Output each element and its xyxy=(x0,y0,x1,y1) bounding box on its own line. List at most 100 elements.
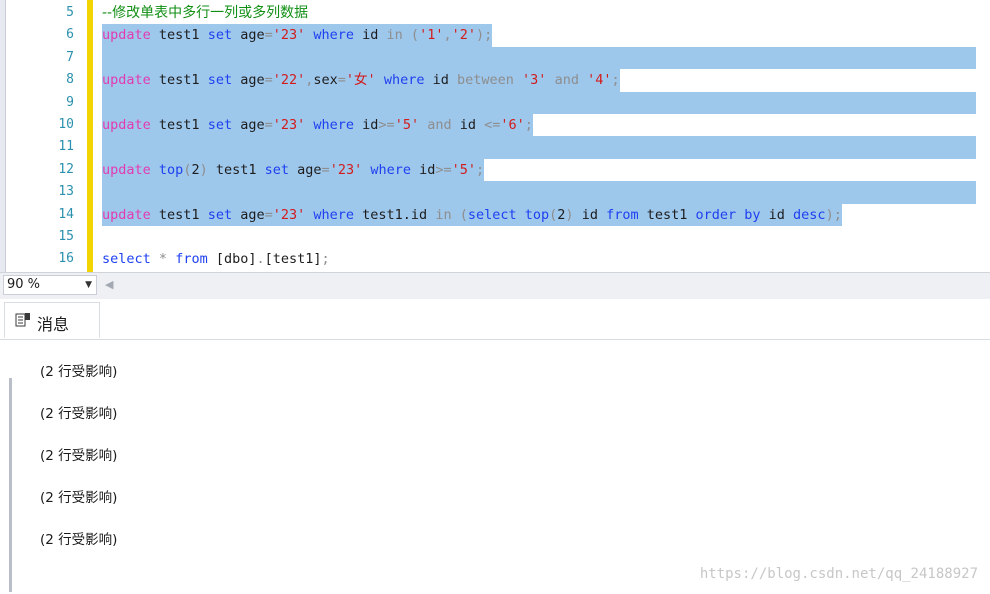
code-token: '3' xyxy=(522,72,547,89)
code-text: select * from [dbo].[test1]; xyxy=(102,248,330,270)
sql-editor[interactable]: 5 --修改单表中多行一列或多列数据 6 update test1 set age='… xyxy=(0,0,990,272)
code-token: ; xyxy=(476,161,485,178)
code-line[interactable]: 13 xyxy=(0,181,990,204)
code-text: update test1 set age='23' where test1.id… xyxy=(102,203,842,226)
code-line[interactable]: 14 update test1 set age='23' where test1.… xyxy=(0,203,990,226)
code-line[interactable]: 5 --修改单表中多行一列或多列数据 xyxy=(0,2,990,24)
messages-left-bar xyxy=(9,378,12,592)
code-token: from xyxy=(175,251,208,268)
code-line[interactable]: 7 xyxy=(0,46,990,70)
code-token: select xyxy=(102,251,151,268)
editor-status-strip: 90 % ▼ ◀ xyxy=(0,272,990,300)
code-token: ; xyxy=(321,251,330,268)
code-token: set xyxy=(264,161,290,178)
code-token: ); xyxy=(475,27,493,44)
code-token: '23' xyxy=(329,161,363,178)
line-number: 13 xyxy=(58,184,74,200)
code-token: id xyxy=(451,116,485,133)
message-line: (2 行受影响) xyxy=(40,490,118,506)
code-token: and xyxy=(554,72,579,89)
code-token: '23' xyxy=(272,27,306,44)
code-token: update xyxy=(102,206,151,223)
code-token: desc xyxy=(793,206,826,223)
line-number: 12 xyxy=(58,161,74,177)
code-text xyxy=(102,46,976,70)
code-token: . xyxy=(256,251,265,268)
code-token: test1 xyxy=(150,116,208,133)
chevron-down-icon[interactable]: ▼ xyxy=(85,276,92,294)
code-line[interactable]: 10 update test1 set age='23' where id>='5… xyxy=(0,113,990,137)
zoom-select[interactable]: 90 % ▼ xyxy=(3,275,97,295)
code-token: id xyxy=(410,161,436,178)
code-token: <= xyxy=(484,116,501,133)
code-token: '2' xyxy=(451,27,476,44)
tab-messages[interactable]: 消息 xyxy=(4,302,100,338)
code-line[interactable]: 9 xyxy=(0,91,990,114)
code-token: top xyxy=(524,206,550,223)
line-number: 11 xyxy=(58,139,74,155)
messages-icon xyxy=(15,313,30,327)
code-line[interactable]: 12 update top(2) test1 set age='23' where… xyxy=(0,158,990,182)
code-token: in ( xyxy=(435,206,468,223)
code-token: '1' xyxy=(419,27,444,44)
message-line: (2 行受影响) xyxy=(40,448,118,464)
scroll-left-arrow-icon[interactable]: ◀ xyxy=(105,278,113,291)
code-token: '5' xyxy=(394,116,420,133)
code-text: update test1 set age='23' where id>='5' … xyxy=(102,113,533,137)
code-token: ); xyxy=(825,206,842,223)
code-token: age xyxy=(232,206,265,223)
code-token: ; xyxy=(611,72,620,89)
code-token: id xyxy=(573,206,607,223)
code-token: '4' xyxy=(587,72,612,89)
code-token: where xyxy=(370,161,411,178)
line-number: 6 xyxy=(66,27,74,43)
code-token: update xyxy=(102,72,151,89)
zoom-value: 90 % xyxy=(7,277,41,292)
code-token: sex xyxy=(313,72,338,89)
line-number: 10 xyxy=(58,116,74,132)
code-token: = xyxy=(264,27,273,44)
code-token: >= xyxy=(435,161,452,178)
code-line[interactable]: 16 select * from [dbo].[test1]; xyxy=(0,248,990,270)
code-lines[interactable]: 5 --修改单表中多行一列或多列数据 6 update test1 set age='… xyxy=(0,2,990,271)
code-token: where xyxy=(313,116,355,133)
code-token: id xyxy=(354,116,379,133)
code-token: set xyxy=(207,72,233,89)
code-token: ) xyxy=(199,161,208,178)
line-number: 8 xyxy=(66,72,74,88)
code-token: from xyxy=(606,206,639,223)
line-number: 14 xyxy=(58,206,74,222)
code-text xyxy=(102,181,976,204)
code-line[interactable]: 6 update test1 set age='23' where id in (… xyxy=(0,24,990,47)
code-token: and xyxy=(427,116,452,133)
code-token: ) xyxy=(565,206,574,223)
line-number: 5 xyxy=(66,5,74,20)
line-number: 9 xyxy=(66,94,74,110)
code-token: '女' xyxy=(345,72,376,89)
code-text: update test1 set age='23' where id in ('… xyxy=(102,24,493,47)
code-line[interactable]: 11 xyxy=(0,136,990,159)
code-token: test1 xyxy=(638,206,696,223)
code-token: id xyxy=(424,72,457,89)
code-token: update xyxy=(102,116,151,133)
line-number: 15 xyxy=(58,228,74,244)
code-token: [dbo] xyxy=(207,251,257,268)
code-token: = xyxy=(264,116,273,133)
code-line[interactable]: 8 update test1 set age='22',sex='女' where… xyxy=(0,69,990,92)
code-token: '5' xyxy=(451,161,477,178)
code-line[interactable]: 15 xyxy=(0,226,990,248)
code-text: --修改单表中多行一列或多列数据 xyxy=(102,2,308,24)
code-text: update top(2) test1 set age='23' where i… xyxy=(102,158,485,182)
code-token: = xyxy=(337,72,346,89)
messages-pane[interactable]: (2 行受影响) (2 行受影响) (2 行受影响) (2 行受影响) (2 行… xyxy=(0,340,990,594)
code-token: age xyxy=(232,27,265,44)
watermark: https://blog.csdn.net/qq_24188927 xyxy=(699,566,978,582)
